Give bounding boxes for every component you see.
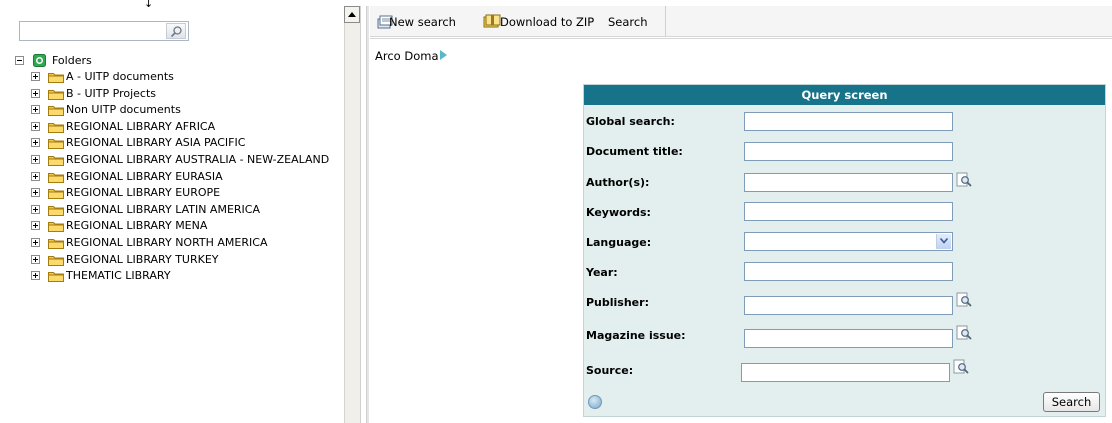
expand-icon[interactable]: [31, 204, 40, 214]
expand-icon[interactable]: [31, 271, 40, 281]
document-title-label: Document title:: [586, 145, 683, 158]
magazine-issue-label: Magazine issue:: [586, 329, 686, 342]
toolbar-border: [370, 38, 1112, 39]
document-title-input[interactable]: [744, 142, 953, 161]
tree-item-label: REGIONAL LIBRARY AFRICA: [66, 119, 216, 133]
keywords-input[interactable]: [744, 202, 953, 221]
folder-search-input[interactable]: [19, 21, 189, 41]
year-input[interactable]: [744, 262, 953, 281]
zip-archive-icon: [483, 14, 501, 28]
folder-icon: [48, 222, 64, 233]
breadcrumb-arrow-icon[interactable]: [440, 50, 447, 60]
panel-divider: [360, 6, 361, 423]
tree-item-label: A - UITP documents: [66, 70, 174, 83]
tree-item-label: REGIONAL LIBRARY MENA: [66, 219, 208, 233]
authors-input[interactable]: [744, 173, 953, 192]
folder-icon: [48, 73, 64, 83]
authors-lookup-icon[interactable]: [956, 172, 972, 188]
download-zip-label: Download to ZIP: [500, 15, 595, 29]
folder-icon: [48, 106, 64, 117]
folder-panel: Folders A - UITP documents B - UITP Proje…: [0, 0, 346, 423]
folder-icon: [48, 189, 64, 200]
keywords-label: Keywords:: [586, 206, 651, 219]
global-search-input[interactable]: [744, 112, 953, 131]
breadcrumb[interactable]: Arco Doma: [375, 49, 439, 63]
expand-icon[interactable]: [31, 254, 40, 264]
folder-icon: [48, 122, 64, 133]
source-input[interactable]: [741, 363, 950, 382]
tree-item-label: REGIONAL LIBRARY TURKEY: [66, 252, 219, 266]
magazine-issue-input[interactable]: [744, 329, 953, 348]
tree-item-label: REGIONAL LIBRARY ASIA PACIFIC: [66, 136, 246, 150]
tree-item-label: REGIONAL LIBRARY NORTH AMERICA: [66, 236, 268, 249]
expand-icon[interactable]: [31, 105, 40, 115]
expand-icon[interactable]: [31, 72, 40, 81]
folder-icon: [48, 156, 64, 166]
scroll-up-button[interactable]: [344, 6, 360, 23]
folder-icon: [48, 89, 64, 100]
language-label: Language:: [586, 236, 652, 249]
publisher-lookup-icon[interactable]: [956, 292, 972, 308]
folder-icon: [48, 205, 64, 216]
magazine-issue-lookup-icon[interactable]: [956, 325, 972, 341]
expand-icon[interactable]: [31, 171, 40, 181]
search-tab-label: Search: [608, 15, 648, 29]
expand-icon[interactable]: [31, 238, 40, 247]
panel-splitter[interactable]: [366, 6, 369, 423]
search-button[interactable]: Search: [1043, 392, 1100, 412]
source-lookup-icon[interactable]: [953, 359, 969, 375]
expand-icon[interactable]: [31, 188, 40, 198]
folder-icon: [48, 239, 64, 249]
authors-label: Author(s):: [586, 176, 650, 189]
publisher-input[interactable]: [744, 296, 953, 315]
tree-item-label: REGIONAL LIBRARY EUROPE: [66, 186, 221, 200]
folder-icon: [48, 172, 64, 183]
folder-icon: [48, 139, 64, 150]
expand-icon[interactable]: [31, 121, 40, 131]
help-icon[interactable]: [588, 395, 602, 409]
new-search-label: New search: [389, 15, 456, 29]
folder-icon: [48, 255, 64, 266]
query-panel: Query screen Global search: Document tit…: [583, 84, 1106, 417]
globe-folders-icon: [33, 54, 46, 67]
toolbar: New search Download to ZIP Search: [370, 6, 1112, 37]
expand-icon[interactable]: [31, 221, 40, 231]
dropdown-button[interactable]: [936, 234, 951, 249]
tree-item-label: B - UITP Projects: [66, 86, 157, 100]
folder-panel-scrollbar[interactable]: [344, 6, 360, 423]
publisher-label: Publisher:: [586, 296, 649, 309]
folder-search-button[interactable]: [166, 23, 186, 39]
tree-item-label: REGIONAL LIBRARY EURASIA: [66, 169, 223, 183]
expand-icon[interactable]: [31, 138, 40, 148]
source-label: Source:: [586, 364, 634, 377]
tree-item-label: THEMATIC LIBRARY: [66, 269, 171, 283]
tree-root-label: Folders: [52, 54, 92, 67]
expand-icon[interactable]: [31, 155, 40, 164]
query-panel-title: Query screen: [584, 85, 1105, 105]
search-icon: [170, 26, 182, 38]
language-select[interactable]: [744, 232, 953, 251]
year-label: Year:: [586, 266, 618, 279]
expand-icon[interactable]: [31, 88, 40, 98]
toolbar-separator: [665, 6, 666, 36]
search-tab-button[interactable]: Search: [608, 12, 648, 32]
folder-icon: [48, 272, 64, 283]
global-search-label: Global search:: [586, 115, 675, 128]
tree-item-label: Non UITP documents: [66, 103, 181, 117]
tree-item-label: REGIONAL LIBRARY AUSTRALIA - NEW-ZEALAND: [66, 153, 330, 166]
tree-item-label: REGIONAL LIBRARY LATIN AMERICA: [66, 202, 260, 216]
chevron-down-icon: [940, 238, 948, 244]
collapse-icon[interactable]: [15, 56, 24, 65]
